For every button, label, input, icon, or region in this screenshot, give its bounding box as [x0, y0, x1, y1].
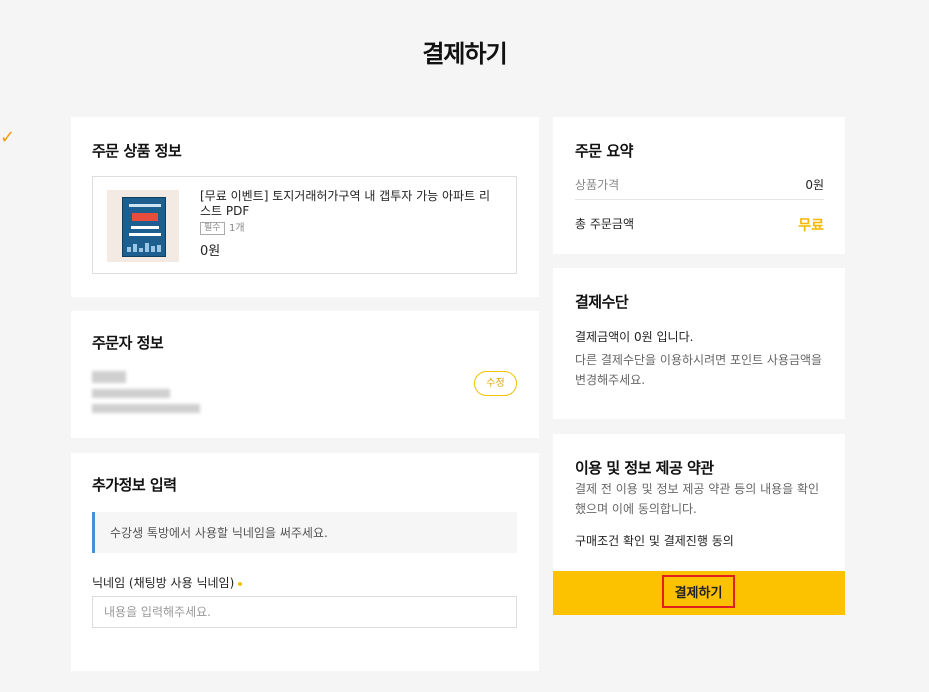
page-title: 결제하기 [422, 40, 507, 68]
terms-agree-text: 구매조건 확인 및 결제진행 동의 [575, 534, 734, 548]
orderer-name-redacted [92, 371, 126, 383]
orderer-email-redacted [92, 404, 200, 413]
required-dot-icon [238, 581, 243, 586]
payment-method-hint: 다른 결제수단을 이용하시려면 포인트 사용금액을 변경해주세요. [575, 353, 823, 387]
nickname-label: 닉네임 (채팅방 사용 닉네임) [92, 574, 243, 591]
edit-orderer-button[interactable]: 수정 [474, 371, 517, 396]
section-title: 이용 및 정보 제공 약관 [575, 459, 714, 477]
nickname-input[interactable] [92, 596, 517, 628]
total-value: 무료 [798, 218, 824, 234]
product-price-value: 0원 [805, 178, 824, 192]
total-label: 총 주문금액 [575, 217, 635, 231]
product-item: [무료 이벤트] 토지거래허가구역 내 갭투자 가능 아파트 리스트 PDF 필… [92, 176, 517, 274]
product-price-label: 상품가격 [575, 178, 620, 192]
product-price: 0원 [200, 244, 221, 259]
notice-box: 수강생 톡방에서 사용할 닉네임을 써주세요. [92, 512, 517, 553]
product-quantity: 1개 [229, 223, 245, 234]
check-icon: ✓ [0, 127, 16, 148]
orderer-phone-redacted [92, 389, 170, 398]
product-name: [무료 이벤트] 토지거래허가구역 내 갭투자 가능 아파트 리스트 PDF [200, 189, 490, 218]
notice-text: 수강생 톡방에서 사용할 닉네임을 써주세요. [110, 526, 328, 540]
section-title: 주문 요약 [575, 142, 633, 160]
section-title: 주문 상품 정보 [92, 142, 182, 160]
order-summary-card: 주문 요약 상품가격 0원 총 주문금액 무료 [553, 117, 845, 254]
orderer-info-card: 주문자 정보 수정 [71, 311, 539, 438]
section-title: 주문자 정보 [92, 334, 164, 352]
pay-bar[interactable]: 결제하기 [553, 571, 845, 615]
payment-method-card: 결제수단 결제금액이 0원 입니다. 다른 결제수단을 이용하시려면 포인트 사… [553, 268, 845, 419]
terms-description: 결제 전 이용 및 정보 제공 약관 등의 내용을 확인했으며 이에 동의합니다… [575, 482, 820, 516]
terms-card: 이용 및 정보 제공 약관 결제 전 이용 및 정보 제공 약관 등의 내용을 … [553, 434, 845, 615]
required-badge: 필수 [200, 222, 225, 235]
extra-info-card: 추가정보 입력 수강생 톡방에서 사용할 닉네임을 써주세요. 닉네임 (채팅방… [71, 453, 539, 671]
divider [575, 199, 824, 200]
section-title: 결제수단 [575, 293, 629, 311]
product-thumbnail [107, 190, 179, 262]
order-product-card: 주문 상품 정보 [무료 이벤트] 토지거래허가구역 내 갭투자 가능 아파트 … [71, 117, 539, 297]
payment-amount-text: 결제금액이 0원 입니다. [575, 330, 694, 344]
section-title: 추가정보 입력 [92, 476, 177, 494]
pay-button[interactable]: 결제하기 [662, 575, 735, 608]
